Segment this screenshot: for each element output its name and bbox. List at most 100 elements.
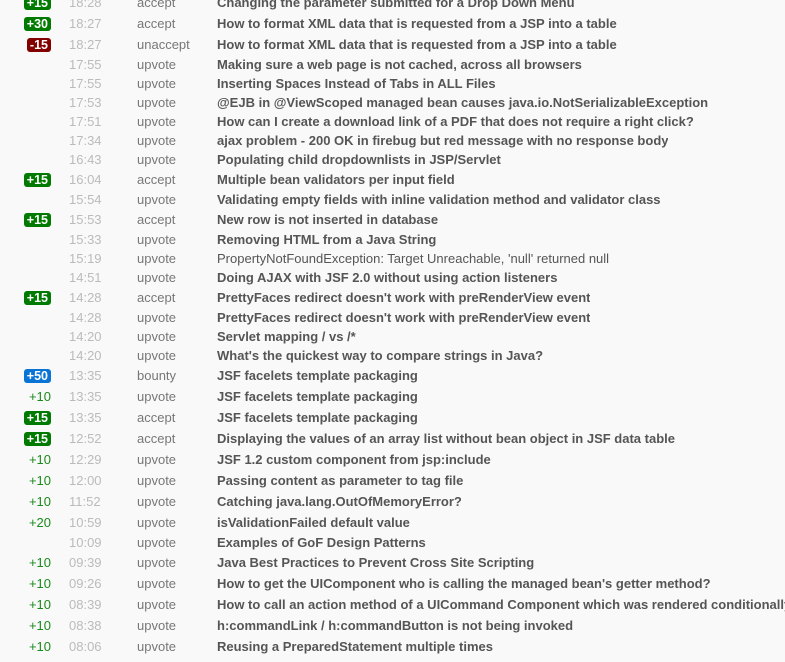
reputation-row: +30 18:27 accept How to format XML data tha… (0, 13, 785, 34)
reputation-row: 15:54 upvote Validating empty fields with … (0, 190, 785, 209)
event-type: accept (137, 172, 176, 187)
reputation-amount: +10 (0, 555, 51, 570)
event-time: 17:34 (69, 133, 102, 148)
reputation-amount: +30 (0, 16, 51, 31)
reputation-amount: +15 (0, 290, 51, 305)
accept-badge: +15 (23, 213, 51, 227)
event-time: 14:28 (69, 310, 102, 325)
question-link[interactable]: Validating empty fields with inline vali… (217, 192, 661, 207)
question-link[interactable]: What's the quickest way to compare strin… (217, 348, 543, 363)
event-type: accept (137, 212, 176, 227)
reputation-row: +50 13:35 bounty JSF facelets template pack… (0, 365, 785, 386)
reputation-row: -15 18:27 unaccept How to format XML data t… (0, 34, 785, 55)
question-link[interactable]: How to call an action method of a UIComm… (217, 597, 785, 612)
event-type: upvote (137, 389, 177, 404)
reputation-amount: +15 (0, 212, 51, 227)
question-link[interactable]: New row is not inserted in database (217, 212, 438, 227)
event-time: 14:20 (69, 348, 102, 363)
reputation-row: +10 09:39 upvote Java Best Practices to Pre… (0, 552, 785, 573)
event-type: upvote (137, 473, 177, 488)
event-time: 09:26 (69, 576, 102, 591)
reputation-amount: +10 (0, 473, 51, 488)
reputation-row: +15 18:28 accept Changing the parameter sub… (0, 0, 785, 13)
reputation-row: +10 13:35 upvote JSF facelets template pack… (0, 386, 785, 407)
event-type: upvote (137, 452, 177, 467)
event-type: unaccept (137, 37, 190, 52)
event-type: upvote (137, 76, 177, 91)
reputation-amount: -15 (0, 37, 51, 52)
event-time: 12:00 (69, 473, 102, 488)
question-link[interactable]: Displaying the values of an array list w… (217, 431, 675, 446)
question-link[interactable]: isValidationFailed default value (217, 515, 410, 530)
reputation-row: 10:09 upvote Examples of GoF Design Patter… (0, 533, 785, 552)
event-type: upvote (137, 597, 177, 612)
reputation-row: +15 13:35 accept JSF facelets template pack… (0, 407, 785, 428)
event-type: upvote (137, 232, 177, 247)
reputation-row: +10 09:26 upvote How to get the UIComponent… (0, 573, 785, 594)
question-link[interactable]: Multiple bean validators per input field (217, 172, 455, 187)
question-link[interactable]: Reusing a PreparedStatement multiple tim… (217, 639, 493, 654)
question-link[interactable]: Making sure a web page is not cached, ac… (217, 57, 582, 72)
event-type: upvote (137, 310, 177, 325)
question-link[interactable]: Changing the parameter submitted for a D… (217, 0, 575, 10)
question-link[interactable]: Removing HTML from a Java String (217, 232, 436, 247)
question-link[interactable]: Servlet mapping / vs /* (217, 329, 356, 344)
event-type: upvote (137, 535, 177, 550)
question-link[interactable]: JSF facelets template packaging (217, 410, 418, 425)
question-link[interactable]: PrettyFaces redirect doesn't work with p… (217, 310, 590, 325)
event-type: upvote (137, 618, 177, 633)
event-type: upvote (137, 270, 177, 285)
event-time: 18:27 (69, 16, 102, 31)
question-link[interactable]: JSF facelets template packaging (217, 389, 418, 404)
upvote-amount: +20 (28, 515, 51, 530)
question-link[interactable]: Doing AJAX with JSF 2.0 without using ac… (217, 270, 557, 285)
reputation-amount: +10 (0, 639, 51, 654)
question-link[interactable]: Examples of GoF Design Patterns (217, 535, 426, 550)
question-link[interactable]: Catching java.lang.OutOfMemoryError? (217, 494, 462, 509)
event-time: 16:04 (69, 172, 102, 187)
question-link[interactable]: Passing content as parameter to tag file (217, 473, 463, 488)
question-link[interactable]: Inserting Spaces Instead of Tabs in ALL … (217, 76, 496, 91)
question-link[interactable]: How to format XML data that is requested… (217, 16, 617, 31)
event-type: accept (137, 290, 176, 305)
event-time: 15:33 (69, 232, 102, 247)
event-time: 17:53 (69, 95, 102, 110)
question-link[interactable]: @EJB in @ViewScoped managed bean causes … (217, 95, 708, 110)
reputation-row: +10 08:38 upvote h:commandLink / h:commandB… (0, 615, 785, 636)
reputation-amount: +15 (0, 410, 51, 425)
question-link[interactable]: How can I create a download link of a PD… (217, 114, 694, 129)
bounty-badge: +50 (23, 369, 51, 383)
event-type: upvote (137, 555, 177, 570)
question-link[interactable]: JSF 1.2 custom component from jsp:includ… (217, 452, 491, 467)
question-link[interactable]: How to get the UIComponent who is callin… (217, 576, 711, 591)
event-time: 17:55 (69, 76, 102, 91)
reputation-amount: +15 (0, 0, 51, 10)
question-link[interactable]: Java Best Practices to Prevent Cross Sit… (217, 555, 534, 570)
event-time: 14:28 (69, 290, 102, 305)
question-link[interactable]: Populating child dropdownlists in JSP/Se… (217, 152, 501, 167)
reputation-amount: +20 (0, 515, 51, 530)
reputation-row: 15:33 upvote Removing HTML from a Java Str… (0, 230, 785, 249)
question-link[interactable]: PrettyFaces redirect doesn't work with p… (217, 290, 590, 305)
upvote-amount: +10 (28, 452, 51, 467)
question-link[interactable]: PropertyNotFoundException: Target Unreac… (217, 251, 609, 266)
accept-badge: +15 (23, 291, 51, 305)
reputation-amount: +15 (0, 431, 51, 446)
reputation-row: 14:28 upvote PrettyFaces redirect doesn't … (0, 308, 785, 327)
event-time: 12:29 (69, 452, 102, 467)
event-time: 13:35 (69, 389, 102, 404)
event-type: accept (137, 410, 176, 425)
reputation-amount: +10 (0, 389, 51, 404)
event-time: 11:52 (69, 494, 101, 509)
question-link[interactable]: ajax problem - 200 OK in firebug but red… (217, 133, 668, 148)
question-link[interactable]: h:commandLink / h:commandButton is not b… (217, 618, 573, 633)
reputation-amount: +15 (0, 172, 51, 187)
event-time: 17:51 (69, 114, 102, 129)
upvote-amount: +10 (28, 618, 51, 633)
question-link[interactable]: How to format XML data that is requested… (217, 37, 617, 52)
upvote-amount: +10 (28, 639, 51, 654)
reputation-amount: +50 (0, 368, 51, 383)
reputation-row: +15 14:28 accept PrettyFaces redirect doesn… (0, 287, 785, 308)
question-link[interactable]: JSF facelets template packaging (217, 368, 418, 383)
event-time: 15:19 (69, 251, 102, 266)
